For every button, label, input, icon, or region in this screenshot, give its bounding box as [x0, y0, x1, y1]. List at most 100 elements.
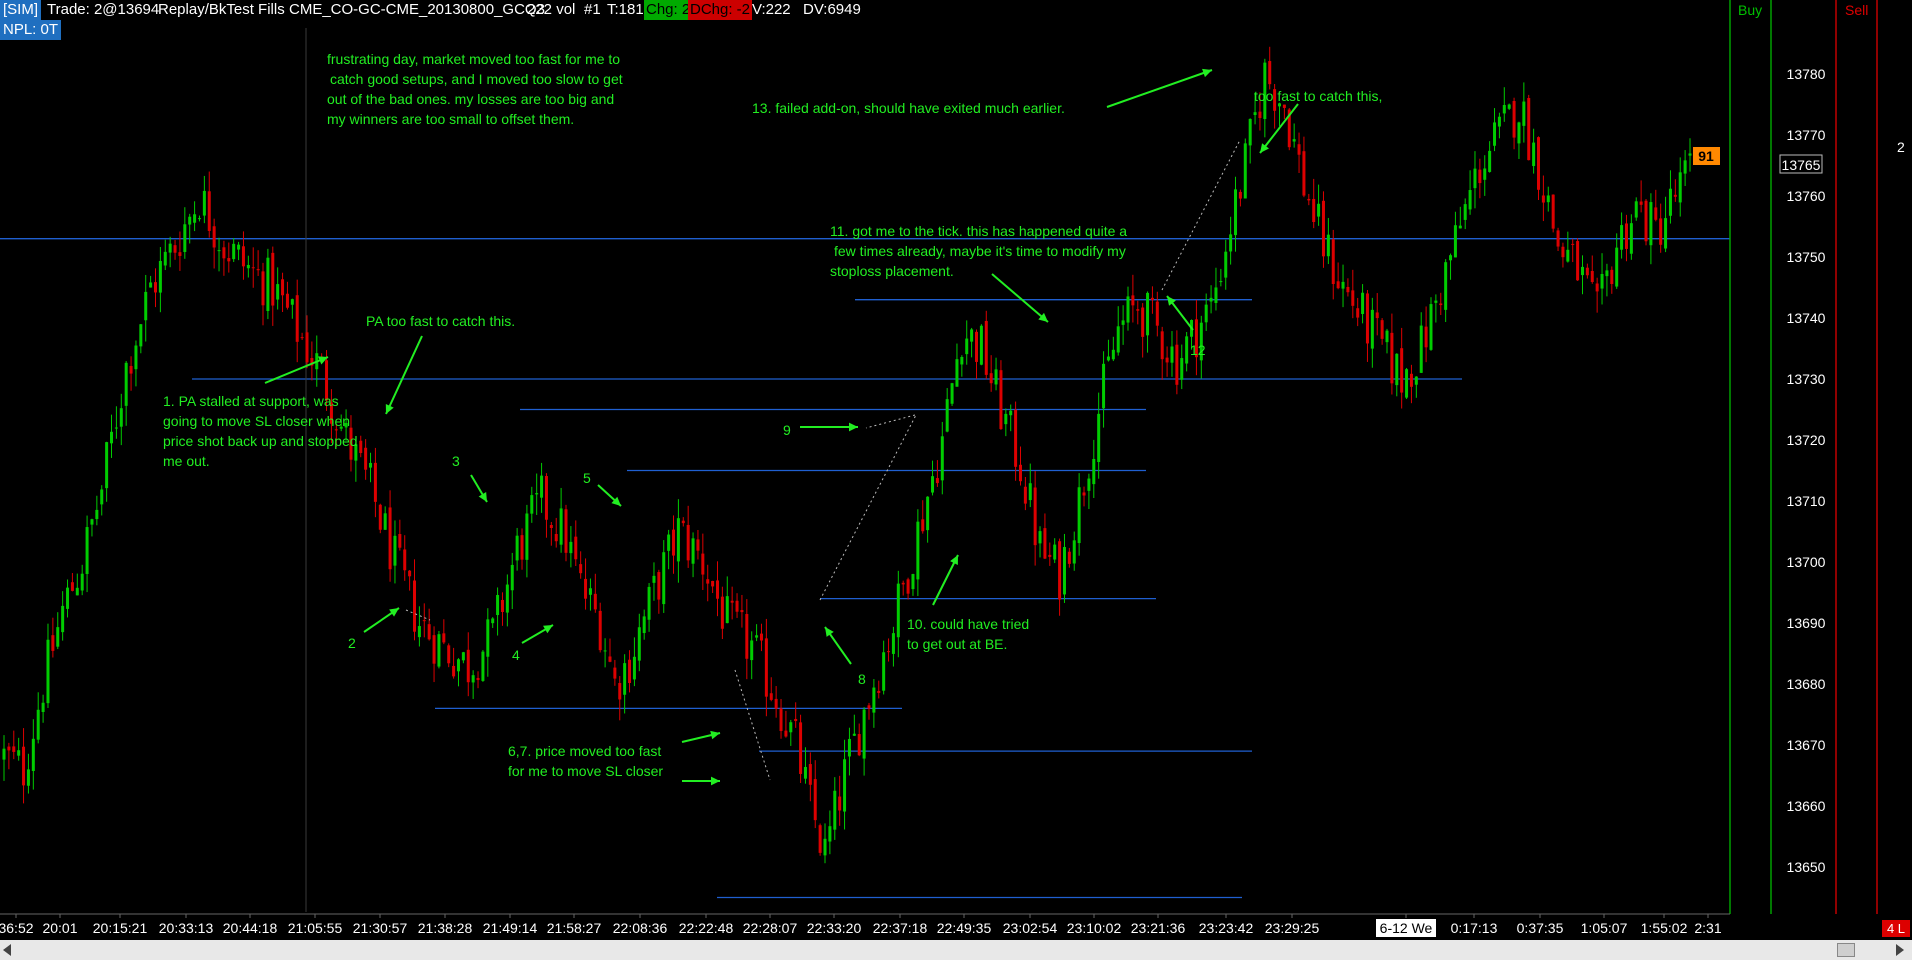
candle-body — [632, 656, 636, 680]
candle-body — [207, 191, 211, 231]
candle-body — [110, 431, 114, 444]
candle-body — [178, 252, 182, 256]
candle-body — [1566, 249, 1570, 262]
candle-body — [1067, 551, 1071, 564]
price-chart[interactable]: frustrating day, market moved too fast f… — [0, 0, 1912, 960]
candle-body — [540, 475, 544, 498]
candle-body — [618, 683, 622, 700]
candle-body — [794, 718, 798, 722]
candle-body — [1292, 139, 1296, 142]
candle-body — [657, 572, 661, 600]
candle-body — [950, 383, 954, 404]
candle-body — [163, 251, 167, 266]
price-tick-label: 13760 — [1787, 188, 1826, 204]
candle-body — [1150, 297, 1154, 301]
annotation-2: 2 — [348, 635, 356, 651]
candle-body — [12, 746, 16, 752]
price-tick-label: 13680 — [1787, 676, 1826, 692]
candle-body — [202, 190, 206, 216]
candle-body — [461, 652, 465, 661]
candle-body — [1136, 309, 1140, 311]
candle-body — [1072, 540, 1076, 564]
annotation-10: 10. could have tried — [907, 616, 1029, 632]
price-tick-label: 13700 — [1787, 554, 1826, 570]
candle-body — [1424, 326, 1428, 348]
candle-body — [887, 651, 891, 653]
candle-body — [1009, 410, 1013, 416]
candle-body — [1170, 346, 1174, 363]
candle-body — [1346, 286, 1350, 293]
candle-body — [1014, 409, 1018, 467]
candle-body — [549, 525, 553, 528]
candle-body — [22, 746, 26, 786]
sim-badge: [SIM] — [0, 0, 42, 20]
candle-body — [1351, 290, 1355, 306]
annotation-summary: out of the bad ones. my losses are too b… — [327, 91, 614, 107]
time-tick-label: 22:49:35 — [937, 920, 992, 936]
candle-body — [129, 365, 133, 374]
candle-body — [1331, 239, 1335, 285]
candle-body — [867, 705, 871, 709]
dchg-badge: DChg: -2 — [688, 0, 753, 20]
candle-body — [1629, 223, 1633, 254]
candle-body — [725, 596, 729, 624]
date-marker-label: 6-12 We — [1380, 920, 1433, 936]
candle-body — [1082, 492, 1086, 496]
candle-body — [1302, 151, 1306, 196]
candle-body — [652, 575, 656, 583]
candle-body — [26, 769, 30, 786]
candle-body — [896, 583, 900, 638]
candle-body — [1004, 413, 1008, 425]
scroll-left-arrow[interactable] — [3, 944, 11, 956]
price-tick-label: 13660 — [1787, 798, 1826, 814]
candle-body — [1409, 373, 1413, 387]
candle-body — [1624, 223, 1628, 249]
candle-body — [1488, 150, 1492, 172]
annotation-11: 11. got me to the tick. this has happene… — [830, 223, 1127, 239]
candle-body — [285, 293, 289, 308]
scroll-thumb[interactable] — [1837, 943, 1855, 957]
candle-body — [1463, 204, 1467, 220]
candle-body — [432, 635, 436, 664]
annotation-1: going to move SL closer when — [163, 413, 350, 429]
candle-body — [36, 709, 40, 740]
candle-body — [1248, 118, 1252, 146]
candle-body — [222, 247, 226, 259]
annotation-6-7: for me to move SL closer — [508, 763, 663, 779]
candle-body — [1243, 143, 1247, 199]
candle-body — [466, 649, 470, 683]
candle-body — [1571, 243, 1575, 245]
candle-body — [334, 429, 338, 431]
candle-body — [862, 709, 866, 759]
candle-body — [188, 216, 192, 225]
candle-body — [491, 618, 495, 624]
candle-body — [1473, 168, 1477, 189]
candle-body — [735, 600, 739, 612]
candle-body — [241, 246, 245, 267]
candle-body — [1229, 234, 1233, 252]
annotation-1: price shot back up and stopped — [163, 433, 358, 449]
candle-body — [51, 635, 55, 651]
chg-badge: Chg: 2 — [644, 0, 693, 20]
buy-column-label[interactable]: Buy — [1738, 2, 1762, 18]
candle-body — [681, 520, 685, 524]
chart-number: #1 — [584, 1, 601, 18]
candle-body — [1434, 300, 1438, 303]
candle-body — [1380, 320, 1384, 339]
annotation-11: few times already, maybe it's time to mo… — [834, 243, 1126, 259]
candle-body — [989, 373, 993, 384]
candle-body — [134, 345, 138, 370]
sell-column-label[interactable]: Sell — [1845, 2, 1868, 18]
chart-header: [SIM] Trade: 2@13694 Replay/BkTest Fills… — [0, 0, 861, 42]
scroll-right-arrow[interactable] — [1896, 944, 1904, 956]
candle-body — [85, 527, 89, 574]
candle-body — [119, 408, 123, 427]
candle-body — [31, 738, 35, 771]
candle-body — [251, 267, 255, 269]
annotation-4: 4 — [512, 647, 520, 663]
candle-body — [520, 535, 524, 560]
horizontal-scrollbar[interactable] — [0, 940, 1912, 960]
candle-body — [623, 663, 627, 695]
candle-body — [1062, 547, 1066, 595]
time-tick-label: 21:05:55 — [288, 920, 343, 936]
